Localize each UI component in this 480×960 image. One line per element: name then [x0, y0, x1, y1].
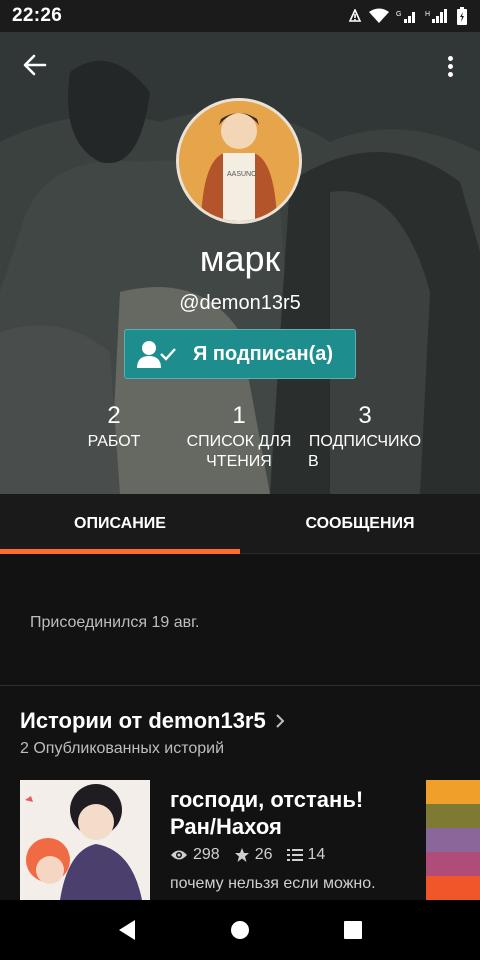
- story-description: почему нельзя если можно.: [170, 875, 376, 892]
- stat-value: 3: [358, 402, 372, 429]
- divider: [0, 685, 480, 686]
- following-button-label: Я подписан(а): [193, 342, 334, 365]
- back-button[interactable]: [20, 50, 50, 80]
- avatar[interactable]: AASUNO: [176, 98, 302, 224]
- more-menu-button[interactable]: [440, 52, 460, 80]
- svg-text:G: G: [396, 11, 401, 18]
- chevron-right-icon: [276, 714, 285, 728]
- nav-recents-button[interactable]: [328, 905, 378, 955]
- recents-square-icon: [344, 921, 363, 939]
- story-parts: 14: [307, 846, 326, 863]
- eye-icon: [171, 850, 187, 860]
- story-title: господи, отстань! Ран/Нахоя: [170, 787, 364, 839]
- system-nav-bar: [0, 900, 480, 960]
- joined-date: Присоединился 19 авг.: [30, 614, 200, 631]
- stat-reading-lists[interactable]: 1 СПИСОК ДЛЯ ЧТЕНИЯ: [179, 402, 299, 472]
- profile-tabs: ОПИСАНИЕ СООБЩЕНИЯ: [0, 494, 480, 554]
- profile-stats: 2 РАБОТ 1 СПИСОК ДЛЯ ЧТЕНИЯ 3 ПОДПИСЧИКО…: [0, 402, 480, 482]
- username: @demon13r5: [179, 292, 301, 314]
- nav-back-button[interactable]: [102, 905, 152, 955]
- stories-section-title: Истории от demon13r5: [20, 708, 266, 733]
- status-icons: G H: [348, 7, 468, 25]
- nav-home-button[interactable]: [215, 905, 265, 955]
- avatar-image: AASUNO: [179, 101, 299, 221]
- stories-section-link[interactable]: Истории от demon13r5: [20, 708, 286, 734]
- story-stats: 298 26 14: [170, 846, 333, 864]
- back-triangle-icon: [118, 920, 135, 940]
- story-votes: 26: [254, 846, 273, 863]
- star-icon: [234, 848, 249, 862]
- story-cover[interactable]: [20, 780, 150, 900]
- display-name: марк: [199, 238, 281, 279]
- person-check-icon: [137, 341, 176, 368]
- tab-messages[interactable]: СООБЩЕНИЯ: [240, 494, 480, 553]
- signal-icon: G: [396, 11, 415, 23]
- profile-header: AASUNO марк @demon13r5 Я подписан(а) 2 Р…: [0, 32, 480, 494]
- following-button[interactable]: Я подписан(а): [124, 329, 356, 379]
- home-circle-icon: [230, 921, 249, 939]
- more-vertical-icon: [447, 55, 453, 61]
- next-story-cover-partial[interactable]: [426, 780, 480, 900]
- story-card[interactable]: господи, отстань! Ран/Нахоя 298 26 14 по…: [20, 780, 420, 900]
- stories-count: 2 Опубликованных историй: [20, 740, 225, 757]
- stat-value: 1: [232, 402, 246, 429]
- stat-value: 2: [107, 402, 121, 429]
- svg-text:H: H: [425, 11, 430, 18]
- tab-about[interactable]: ОПИСАНИЕ: [0, 494, 240, 554]
- stat-label: РАБОТ: [87, 433, 141, 450]
- story-reads: 298: [193, 846, 220, 863]
- alarm-icon: [348, 9, 362, 22]
- status-time: 22:26: [12, 5, 63, 26]
- svg-text:AASUNO: AASUNO: [227, 171, 257, 178]
- stat-followers[interactable]: 3 ПОДПИСЧИКО В: [300, 402, 430, 472]
- list-icon: [286, 849, 303, 861]
- stat-works[interactable]: 2 РАБОТ: [74, 402, 154, 452]
- stat-label-line2: В: [308, 453, 319, 470]
- stat-label-line2: ЧТЕНИЯ: [206, 453, 272, 470]
- stat-label: ПОДПИСЧИКО: [308, 433, 422, 450]
- status-bar: 22:26 G H: [0, 0, 480, 32]
- story-cover-image: [20, 780, 150, 900]
- battery-icon: [457, 7, 467, 25]
- wifi-icon: [369, 8, 389, 23]
- signal-icon: H: [425, 9, 447, 23]
- stat-label: СПИСОК ДЛЯ: [186, 433, 292, 450]
- arrow-left-icon: [23, 54, 47, 76]
